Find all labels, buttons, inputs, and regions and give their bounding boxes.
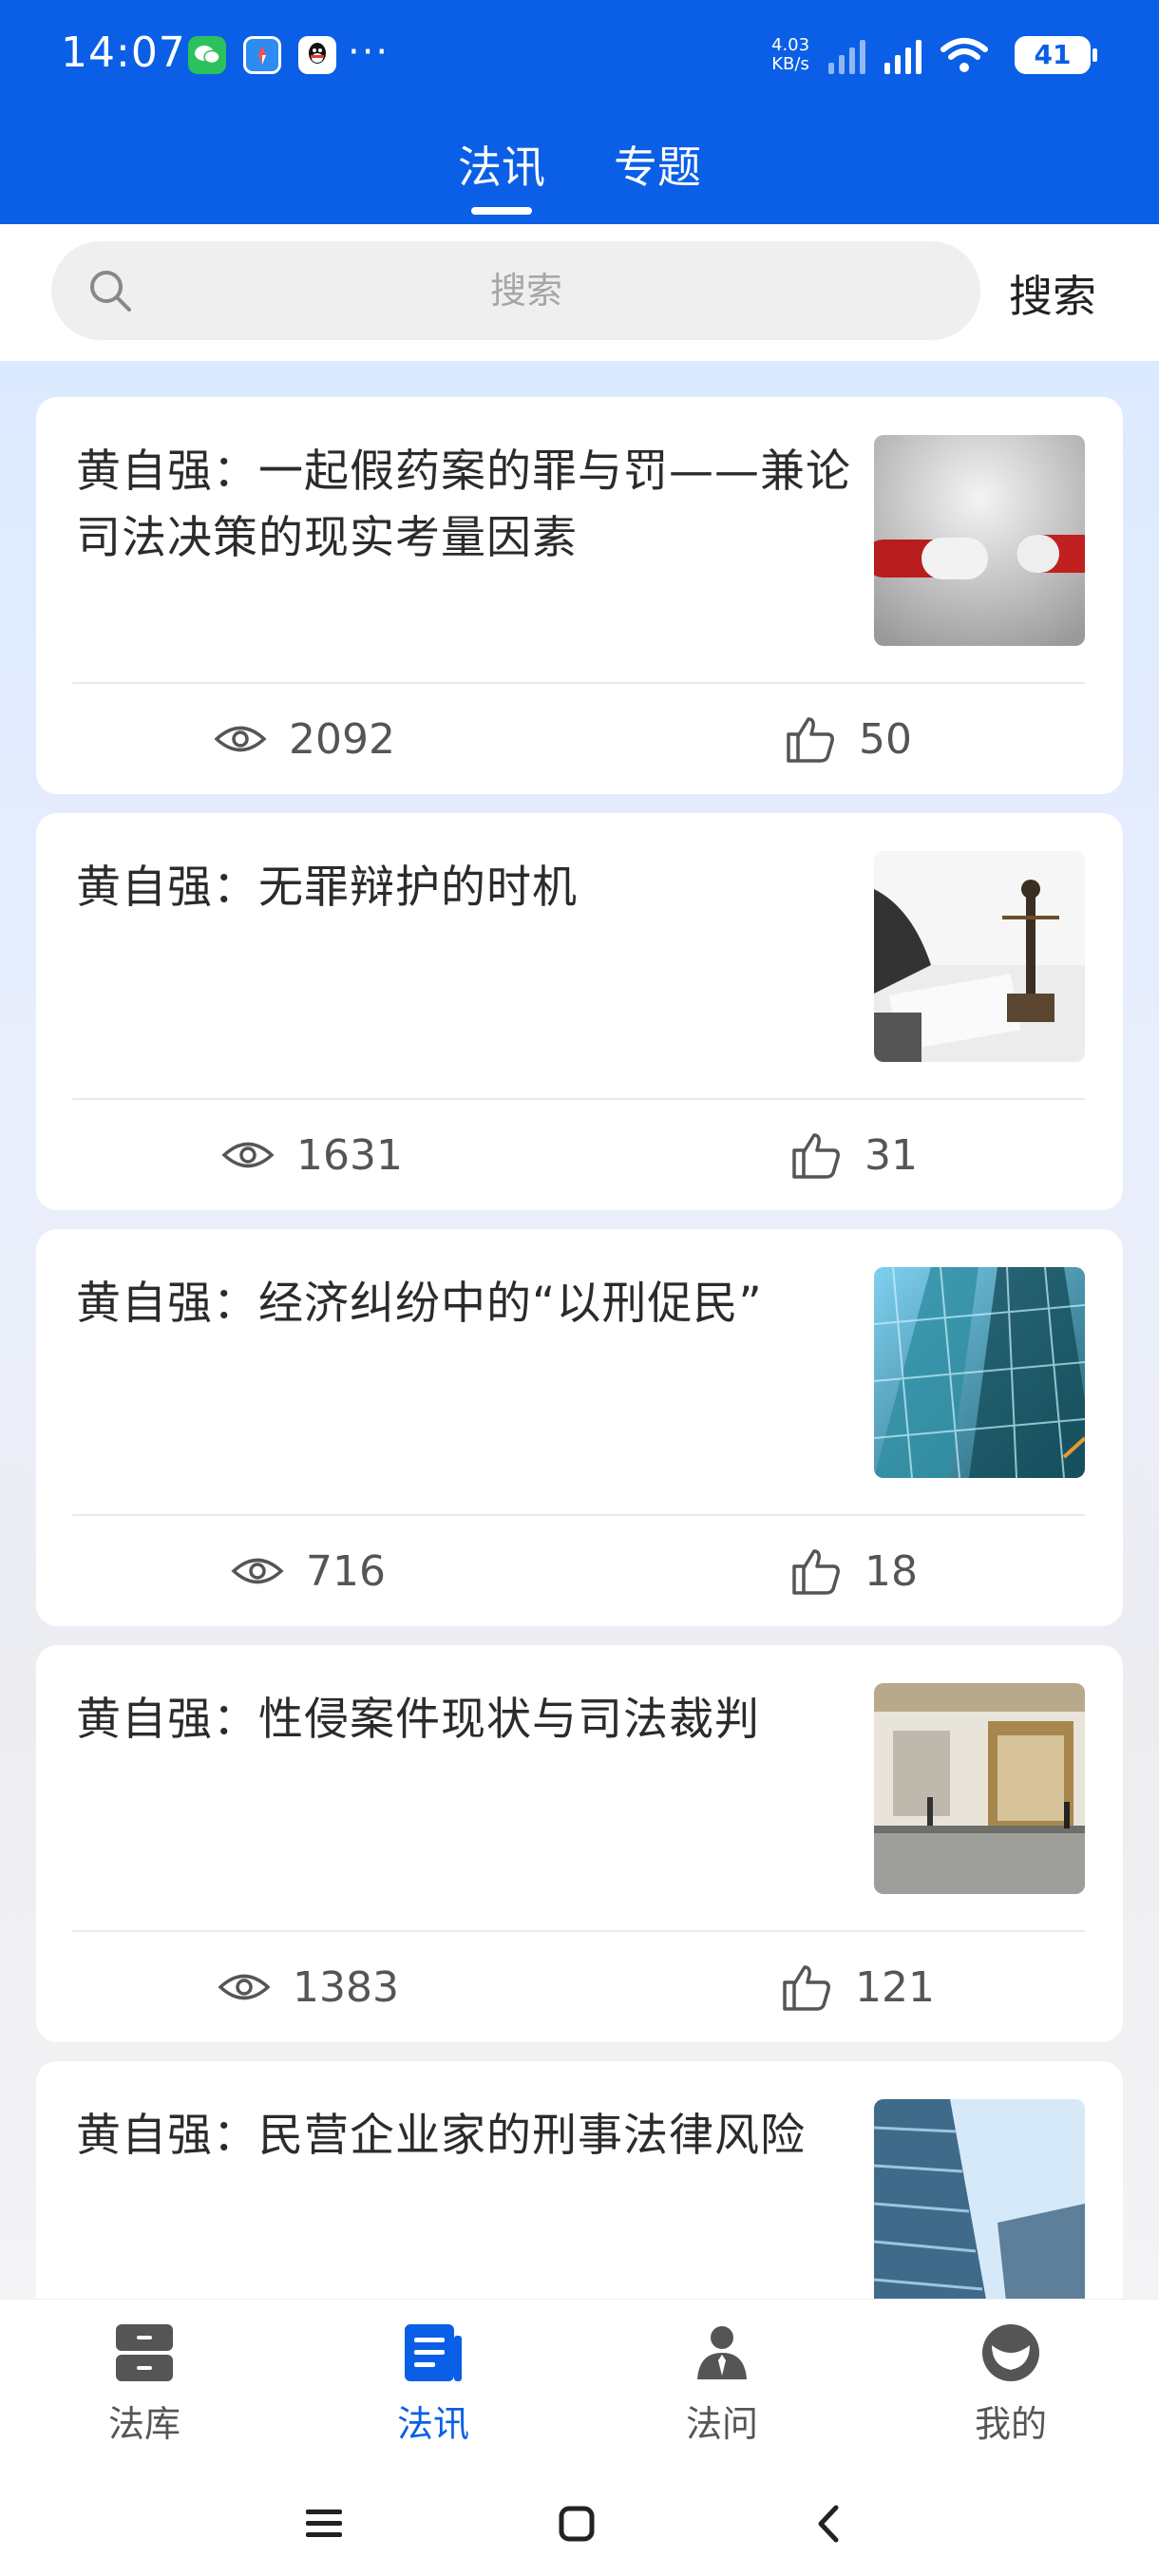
nav-item-library[interactable]: 法库 bbox=[49, 2309, 239, 2461]
tab-topics[interactable]: 专题 bbox=[614, 133, 701, 224]
signal-sim1-icon bbox=[884, 36, 922, 74]
like-count-value: 18 bbox=[864, 1546, 918, 1596]
notification-icons bbox=[188, 36, 336, 74]
card-divider bbox=[72, 1514, 1085, 1516]
search-icon bbox=[90, 271, 131, 312]
nav-item-news[interactable]: 法讯 bbox=[338, 2309, 528, 2461]
card-divider bbox=[72, 682, 1085, 684]
wifi-icon bbox=[940, 38, 988, 72]
article-thumbnail-glass-building[interactable] bbox=[874, 1267, 1085, 1478]
card-divider bbox=[72, 1098, 1085, 1100]
battery-icon: 41 bbox=[1015, 36, 1097, 74]
article-card[interactable]: 黄自强：无罪辩护的时机 1631 31 bbox=[36, 813, 1123, 1210]
article-title[interactable]: 黄自强：性侵案件现状与司法裁判 bbox=[76, 1687, 874, 1753]
status-bar: 14:07 ··· 4.03 KB/s 41 bbox=[0, 0, 1159, 114]
eye-icon bbox=[218, 1974, 271, 2000]
article-thumbnail-street[interactable] bbox=[874, 1683, 1085, 1894]
news-icon bbox=[405, 2324, 462, 2381]
article-thumbnail-skyscraper[interactable] bbox=[874, 2099, 1085, 2299]
card-divider bbox=[72, 1930, 1085, 1932]
bottom-nav: 法库 法讯 法问 我的 bbox=[0, 2299, 1159, 2470]
article-card[interactable]: 黄自强：性侵案件现状与司法裁判 1383 121 bbox=[36, 1645, 1123, 2042]
nav-label: 法库 bbox=[107, 2403, 180, 2445]
system-nav-bar bbox=[0, 2470, 1159, 2576]
network-speed-unit: KB/s bbox=[771, 54, 809, 74]
view-count-value: 1631 bbox=[296, 1130, 403, 1180]
more-notifications: ··· bbox=[348, 30, 390, 74]
menu-icon[interactable] bbox=[300, 2500, 348, 2548]
view-count: 2092 bbox=[213, 710, 395, 767]
like-count-value: 31 bbox=[864, 1130, 918, 1180]
profile-icon bbox=[982, 2324, 1039, 2381]
nav-label: 我的 bbox=[974, 2403, 1047, 2445]
article-title[interactable]: 黄自强：经济纠纷中的“以刑促民” bbox=[76, 1271, 874, 1337]
article-thumbnail-justice-statue[interactable] bbox=[874, 851, 1085, 1062]
view-count-value: 1383 bbox=[293, 1962, 399, 2012]
search-button[interactable]: 搜索 bbox=[1009, 262, 1096, 325]
article-thumbnail-pills[interactable] bbox=[874, 435, 1085, 646]
view-count-value: 2092 bbox=[289, 714, 395, 764]
article-title[interactable]: 黄自强：一起假药案的罪与罚——兼论司法决策的现实考量因素 bbox=[76, 439, 874, 572]
thumbs-up-icon bbox=[787, 717, 834, 763]
app-screen: 14:07 ··· 4.03 KB/s 41 法讯 专题 搜索 搜索 黄自强：一… bbox=[0, 0, 1159, 2576]
article-card[interactable]: 黄自强：一起假药案的罪与罚——兼论司法决策的现实考量因素 2092 50 bbox=[36, 397, 1123, 794]
eye-icon bbox=[231, 1558, 284, 1584]
signal-icons bbox=[828, 36, 988, 74]
like-count[interactable]: 18 bbox=[788, 1543, 918, 1600]
cabinet-icon bbox=[116, 2324, 173, 2381]
nav-label: 法问 bbox=[685, 2403, 758, 2445]
lawyer-icon bbox=[697, 2326, 747, 2379]
status-time: 14:07 bbox=[61, 28, 186, 77]
wechat-icon bbox=[188, 36, 226, 74]
nav-item-ask[interactable]: 法问 bbox=[627, 2309, 817, 2461]
like-count-value: 50 bbox=[859, 714, 912, 764]
like-count[interactable]: 50 bbox=[783, 710, 912, 767]
network-speed: 4.03 KB/s bbox=[771, 36, 809, 74]
view-count: 1383 bbox=[217, 1959, 399, 2016]
network-speed-value: 4.03 bbox=[771, 35, 810, 55]
nav-item-profile[interactable]: 我的 bbox=[916, 2309, 1106, 2461]
header: 14:07 ··· 4.03 KB/s 41 法讯 专题 bbox=[0, 0, 1159, 224]
article-feed[interactable]: 黄自强：一起假药案的罪与罚——兼论司法决策的现实考量因素 2092 50 黄自强… bbox=[0, 361, 1159, 2299]
like-count[interactable]: 31 bbox=[788, 1127, 918, 1184]
eye-icon bbox=[214, 726, 267, 752]
search-row: 搜索 bbox=[0, 224, 1159, 361]
back-icon[interactable] bbox=[806, 2500, 853, 2548]
article-card[interactable]: 黄自强：经济纠纷中的“以刑促民” 716 18 bbox=[36, 1229, 1123, 1626]
qq-icon bbox=[298, 36, 336, 74]
like-count[interactable]: 121 bbox=[779, 1959, 935, 2016]
view-count-value: 716 bbox=[306, 1546, 386, 1596]
signal-sim2-icon bbox=[828, 36, 865, 74]
article-title[interactable]: 黄自强：民营企业家的刑事法律风险 bbox=[76, 2103, 874, 2169]
browser-icon bbox=[243, 36, 281, 74]
home-icon[interactable] bbox=[553, 2500, 600, 2548]
thumbs-up-icon bbox=[792, 1133, 840, 1179]
view-count: 1631 bbox=[220, 1127, 403, 1184]
tab-news[interactable]: 法讯 bbox=[458, 133, 545, 224]
thumbs-up-icon bbox=[792, 1549, 840, 1595]
like-count-value: 121 bbox=[855, 1962, 935, 2012]
nav-label: 法讯 bbox=[396, 2403, 469, 2445]
article-title[interactable]: 黄自强：无罪辩护的时机 bbox=[76, 855, 874, 921]
search-input[interactable] bbox=[165, 241, 887, 340]
eye-icon bbox=[221, 1142, 275, 1168]
top-tabs: 法讯 专题 bbox=[0, 133, 1159, 224]
view-count: 716 bbox=[230, 1543, 386, 1600]
article-card[interactable]: 黄自强：民营企业家的刑事法律风险 bbox=[36, 2061, 1123, 2299]
thumbs-up-icon bbox=[783, 1965, 830, 2011]
search-box[interactable] bbox=[51, 241, 980, 340]
